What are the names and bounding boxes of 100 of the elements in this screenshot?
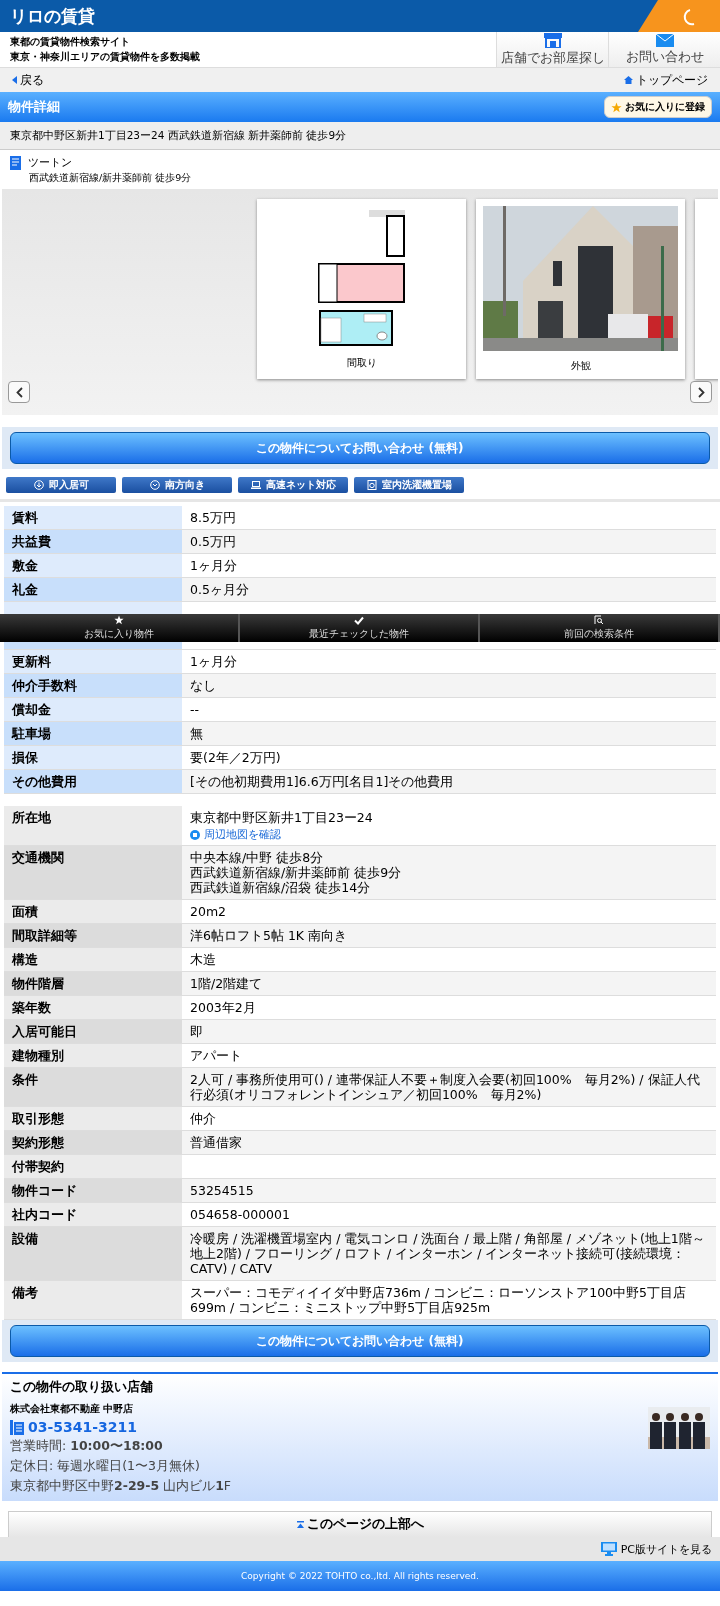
detail-value: 仲介 (190, 1111, 217, 1127)
phone-icon (10, 1419, 24, 1435)
detail-label: 建物種別 (4, 1044, 182, 1068)
detail-value: 西武鉄道新宿線/新井薬師前 徒歩9分 (190, 865, 403, 881)
back-link[interactable]: 戻る (12, 71, 44, 89)
fee-label: 敷金 (4, 554, 182, 577)
toolbar-item[interactable]: お気に入り物件 (0, 614, 240, 642)
detail-label: 条件 (4, 1068, 182, 1107)
detail-value: 53254515 (190, 1183, 255, 1199)
phone-link[interactable]: 03-5341-3211 (10, 1419, 232, 1436)
washer-icon (366, 480, 377, 490)
business-hours: 営業時間: 10:00〜18:00 (10, 1438, 164, 1456)
chevron-left-icon (15, 386, 23, 398)
fee-label: その他費用 (4, 770, 182, 793)
chevron-right-icon (697, 386, 705, 398)
arrow-circle-icon (33, 480, 44, 490)
site-title: 東都の賃貸物件検索サイト (10, 35, 131, 49)
mail-icon (655, 33, 674, 47)
holiday-info: 定休日: 毎週水曜日(1〜3月無休) (10, 1458, 201, 1476)
group-logo-icon (638, 0, 720, 32)
star-icon (611, 101, 622, 113)
photo-caption: 外観 (570, 360, 591, 373)
site-subtitle: 東京・神奈川エリアの賃貸物件を多数掲載 (10, 50, 201, 64)
detail-label: 築年数 (4, 996, 182, 1020)
previous-button[interactable] (8, 381, 30, 403)
photo-caption: 間取り (346, 357, 377, 370)
detail-label: 取引形態 (4, 1107, 182, 1131)
detail-label: 交通機関 (4, 846, 182, 900)
star-icon (114, 615, 124, 625)
fee-label: 仲介手数料 (4, 674, 182, 697)
shop-heading: この物件の取り扱い店舗 (10, 1379, 154, 1397)
detail-value: 普通借家 (190, 1135, 243, 1151)
detail-label: 付帯契約 (4, 1155, 182, 1179)
detail-label: 契約形態 (4, 1131, 182, 1155)
detail-value: 木造 (190, 952, 217, 968)
detail-value: 20m2 (190, 904, 228, 920)
feature-label: 即入居可 (48, 478, 89, 492)
home-icon (624, 76, 633, 84)
detail-value: アパート (190, 1048, 243, 1064)
detail-value: 2003年2月 (190, 1000, 257, 1016)
laptop-icon (250, 480, 261, 490)
toolbar-item[interactable]: 前回の検索条件 (480, 614, 720, 642)
detail-label: 構造 (4, 948, 182, 972)
page-title: 物件詳細 (8, 98, 60, 116)
shop-address: 東京都中野区中野2-29-5 山内ビル1F (10, 1478, 232, 1496)
detail-label: 備考 (4, 1281, 182, 1320)
fee-label: 償却金 (4, 698, 182, 721)
store-icon (543, 32, 562, 48)
copyright: Copyright © 2022 TOHTO co.,ltd. All rights reserved. (0, 1561, 720, 1592)
shop-name: 株式会社東都不動産 中野店 (10, 1403, 135, 1417)
detail-label: 社内コード (4, 1203, 182, 1227)
detail-value: 西武鉄道新宿線/沼袋 徒歩14分 (190, 880, 372, 896)
next-button[interactable] (690, 381, 712, 403)
feature-label: 南方向き (164, 478, 205, 492)
detail-label: 物件コード (4, 1179, 182, 1203)
fee-label: 共益費 (4, 530, 182, 553)
map-icon (190, 829, 200, 840)
document-icon (10, 155, 23, 170)
detail-value: 洋6帖ロフト5帖 1K 南向き (190, 928, 348, 944)
fee-value: 0.5万円 (182, 530, 716, 553)
detail-value: 2人可 / 事務所使用可() / 連帯保証人不要＋制度入会要(初回100% 毎月2%) / 保証人代行必須(オリコフォレントインシュア／初回100% 毎月2%) (190, 1072, 701, 1103)
detail-label: 面積 (4, 900, 182, 924)
detail-value: 冷暖房 / 洗濯機置場室内 / 電気コンロ / 洗面台 / 最上階 / 角部屋 / メゾネット(地上1階～地上2階) / フローリング / ロフト / インターホン / インターネット接続可(接続環境：CATV) / CATV (190, 1231, 706, 1277)
photo-card[interactable]: 外観 (476, 199, 685, 379)
fee-label: 更新料 (4, 650, 182, 673)
detail-label: 間取詳細等 (4, 924, 182, 948)
detail-value: 054658-000001 (190, 1207, 291, 1223)
fee-label: 賃料 (4, 506, 182, 529)
check-icon (354, 615, 364, 625)
detail-value: 1階/2階建て (190, 976, 264, 992)
map-link[interactable]: 周辺地図を確認 (190, 828, 708, 842)
fee-value: なし (182, 674, 716, 697)
search-icon (594, 615, 604, 625)
contact-button[interactable]: お問い合わせ (608, 32, 720, 67)
site-logo[interactable]: リロの賃貸 (10, 4, 95, 28)
fee-value: [その他初期費用1]6.6万円[名目1]その他費用 (182, 770, 716, 793)
top-page-link[interactable]: トップページ (624, 71, 708, 89)
fee-label: 駐車場 (4, 722, 182, 745)
arrow-up-icon (296, 1521, 304, 1529)
detail-value: 即 (190, 1024, 204, 1040)
fee-label: 礼金 (4, 578, 182, 601)
page-top-link[interactable]: このページの上部へ (8, 1511, 712, 1538)
photo-card[interactable]: 間取り (257, 199, 466, 379)
fee-label: 損保 (4, 746, 182, 769)
detail-label: 物件階層 (4, 972, 182, 996)
detail-label: 入居可能日 (4, 1020, 182, 1044)
toolbar-item[interactable]: 最近チェックした物件 (240, 614, 480, 642)
feature-label: 高速ネット対応 (265, 478, 336, 492)
feature-label: 室内洗濯機置場 (381, 478, 452, 492)
fee-value: 無 (182, 722, 716, 745)
caret-left-icon (12, 76, 17, 84)
pc-site-link[interactable]: PC版サイトを見る (600, 1541, 712, 1557)
fee-value: 0.5ヶ月分 (182, 578, 716, 601)
property-access: 西武鉄道新宿線/新井薬師前 徒歩9分 (28, 172, 193, 185)
detail-value: スーパー：コモディイイダ中野店736m / コンビニ：ローソンストア100中野5丁目店699m / コンビニ：ミニストップ中野5丁目店925m (190, 1285, 687, 1316)
detail-label: 設備 (4, 1227, 182, 1281)
detail-value: 東京都中野区新井1丁目23ー24 (190, 810, 374, 825)
detail-label: 所在地 (4, 806, 182, 846)
store-search-button[interactable]: 店舗でお部屋探し (496, 32, 608, 67)
add-favorite-button[interactable]: お気に入りに登録 (604, 96, 712, 118)
